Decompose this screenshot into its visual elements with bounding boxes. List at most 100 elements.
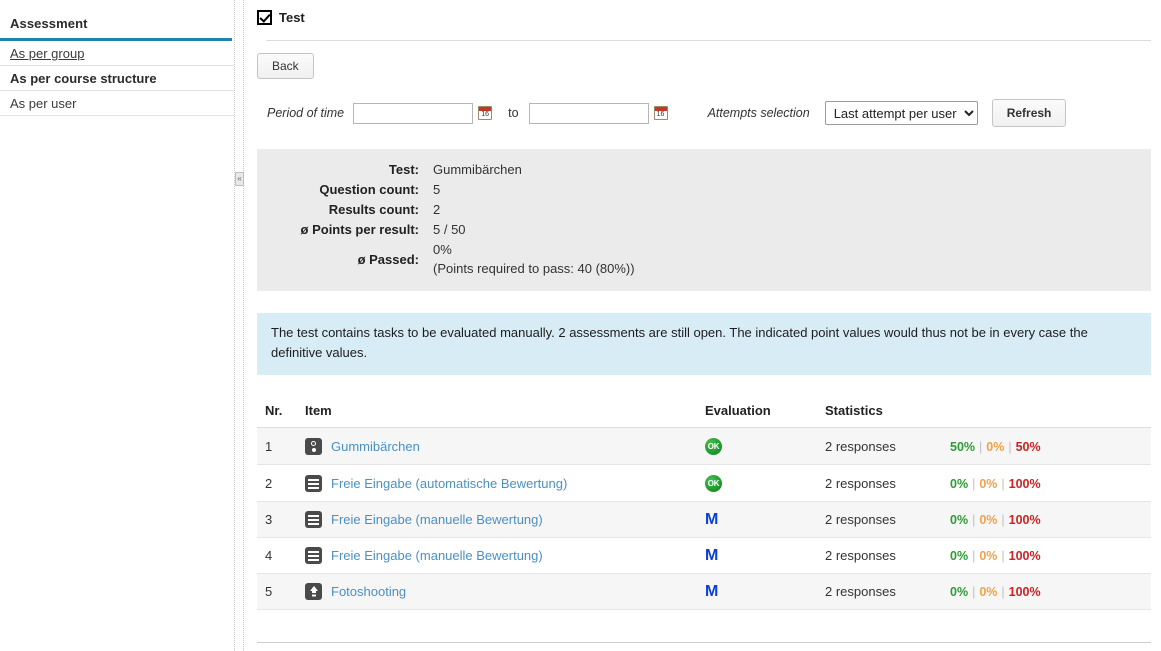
row-responses: 2 responses (821, 538, 946, 574)
sidebar-nav-list: As per group As per course structure As … (0, 41, 234, 116)
test-checkbox[interactable] (257, 10, 272, 25)
filter-toolbar: Period of time 16 to 16 Attempts selecti… (257, 99, 1151, 127)
summary-row-points-per-result: ø Points per result: 5 / 50 (271, 220, 635, 240)
row-percentages: 0%|0%|100% (946, 574, 1151, 610)
pct-wrong: 100% (1009, 513, 1041, 527)
summary-value: Gummibärchen (433, 160, 635, 180)
sidebar-item-label: As per group (10, 49, 84, 59)
summary-value: 5 / 50 (433, 220, 635, 240)
sidebar-item-as-per-course-structure[interactable]: As per course structure (0, 66, 234, 91)
free-text-icon (305, 475, 322, 492)
pct-wrong: 100% (1009, 585, 1041, 599)
period-from-input[interactable] (353, 103, 473, 124)
summary-key: ø Passed: (271, 240, 433, 279)
pct-correct: 0% (950, 513, 968, 527)
results-table-head: Nr. Item Evaluation Statistics (257, 395, 1151, 428)
pct-separator: | (968, 513, 979, 527)
calendar-icon-day: 16 (478, 110, 492, 119)
test-checkbox-row: Test (257, 0, 1151, 28)
table-row[interactable]: 1 Gummibärchen OK 2 responses 50%|0%|50% (257, 428, 1151, 465)
passed-note: (Points required to pass: 40 (80%)) (433, 259, 635, 278)
column-header-statistics: Statistics (821, 395, 946, 428)
row-number: 5 (257, 574, 301, 610)
single-choice-icon (305, 438, 322, 455)
period-to-label: to (508, 106, 518, 120)
passed-percent: 0% (433, 240, 635, 259)
main-content: Test Back Period of time 16 to 16 Attemp… (234, 0, 1161, 651)
calendar-icon-day: 16 (654, 110, 668, 119)
back-button[interactable]: Back (257, 53, 314, 79)
test-summary-panel: Test: Gummibärchen Question count: 5 Res… (257, 149, 1151, 291)
summary-value: 5 (433, 180, 635, 200)
summary-table: Test: Gummibärchen Question count: 5 Res… (271, 160, 635, 279)
item-link[interactable]: Freie Eingabe (manuelle Bewertung) (331, 548, 543, 563)
free-text-icon (305, 511, 322, 528)
pct-separator: | (968, 477, 979, 491)
refresh-button[interactable]: Refresh (992, 99, 1067, 127)
pct-wrong: 50% (1016, 440, 1041, 454)
column-header-item: Item (301, 395, 701, 428)
pct-wrong: 100% (1009, 549, 1041, 563)
table-row[interactable]: 4 Freie Eingabe (manuelle Bewertung) M 2… (257, 538, 1151, 574)
summary-key: Results count: (271, 200, 433, 220)
row-percentages: 0%|0%|100% (946, 465, 1151, 502)
pct-partial: 0% (979, 513, 997, 527)
pct-correct: 50% (950, 440, 975, 454)
column-header-evaluation: Evaluation (701, 395, 821, 428)
calendar-icon-to[interactable]: 16 (654, 106, 668, 120)
row-responses: 2 responses (821, 574, 946, 610)
pct-partial: 0% (986, 440, 1004, 454)
pct-wrong: 100% (1009, 477, 1041, 491)
table-row[interactable]: 2 Freie Eingabe (automatische Bewertung)… (257, 465, 1151, 502)
sidebar-item-label: As per user (10, 99, 76, 109)
row-percentages: 50%|0%|50% (946, 428, 1151, 465)
pct-partial: 0% (979, 549, 997, 563)
row-number: 2 (257, 465, 301, 502)
pct-separator: | (968, 549, 979, 563)
sidebar-title: Assessment (0, 0, 234, 38)
back-button-row: Back (257, 41, 1151, 79)
pct-partial: 0% (979, 585, 997, 599)
results-table-body: 1 Gummibärchen OK 2 responses 50%|0%|50% (257, 428, 1151, 610)
sidebar-item-as-per-user[interactable]: As per user (0, 91, 234, 116)
row-number: 1 (257, 428, 301, 465)
table-row[interactable]: 3 Freie Eingabe (manuelle Bewertung) M 2… (257, 502, 1151, 538)
evaluation-ok-icon: OK (705, 438, 722, 455)
pct-correct: 0% (950, 477, 968, 491)
summary-row-question-count: Question count: 5 (271, 180, 635, 200)
pct-separator: | (1004, 440, 1015, 454)
item-link[interactable]: Gummibärchen (331, 439, 420, 454)
row-item-cell: Freie Eingabe (manuelle Bewertung) (301, 502, 701, 538)
row-number: 4 (257, 538, 301, 574)
calendar-icon-from[interactable]: 16 (478, 106, 492, 120)
column-header-percentages (946, 395, 1151, 428)
row-percentages: 0%|0%|100% (946, 502, 1151, 538)
row-item-cell: Freie Eingabe (manuelle Bewertung) (301, 538, 701, 574)
row-evaluation-cell: M (701, 574, 821, 610)
sidebar-item-as-per-group[interactable]: As per group (0, 41, 234, 66)
summary-value: 2 (433, 200, 635, 220)
pct-separator: | (997, 549, 1008, 563)
footer-version: ONYX 8.6.2 (257, 643, 1151, 651)
item-link[interactable]: Freie Eingabe (manuelle Bewertung) (331, 512, 543, 527)
pct-separator: | (997, 513, 1008, 527)
summary-key: Question count: (271, 180, 433, 200)
item-link[interactable]: Freie Eingabe (automatische Bewertung) (331, 476, 567, 491)
evaluation-manual-icon: M (705, 511, 718, 528)
pct-correct: 0% (950, 585, 968, 599)
summary-row-results-count: Results count: 2 (271, 200, 635, 220)
summary-key: ø Points per result: (271, 220, 433, 240)
evaluation-manual-icon: M (705, 547, 718, 564)
row-evaluation-cell: M (701, 502, 821, 538)
item-link[interactable]: Fotoshooting (331, 584, 406, 599)
row-responses: 2 responses (821, 502, 946, 538)
attempts-selection-select[interactable]: Last attempt per user (825, 101, 978, 125)
table-row[interactable]: 5 Fotoshooting M 2 responses 0%|0%|100% (257, 574, 1151, 610)
results-table: Nr. Item Evaluation Statistics 1 Gummibä… (257, 395, 1151, 610)
row-evaluation-cell: OK (701, 465, 821, 502)
attempts-selection-wrapper: Last attempt per user (825, 101, 978, 125)
pct-separator: | (968, 585, 979, 599)
period-to-input[interactable] (529, 103, 649, 124)
page-root: Assessment As per group As per course st… (0, 0, 1161, 651)
refresh-button-wrapper: Refresh (992, 99, 1067, 127)
